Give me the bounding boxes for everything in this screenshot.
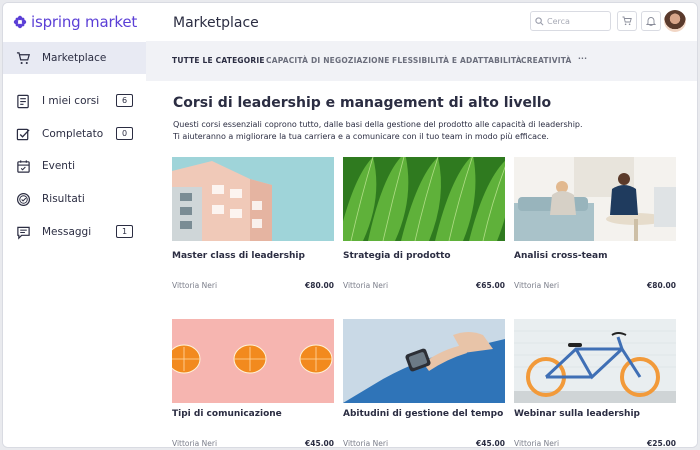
- checkbox-icon: [16, 128, 30, 140]
- course-image-leaves: [343, 157, 505, 241]
- course-title[interactable]: Strategia di prodotto: [343, 251, 451, 261]
- sidebar-item-results[interactable]: Risultati: [3, 183, 146, 215]
- bell-icon: [646, 17, 656, 26]
- course-author: Vittoria Neri: [343, 439, 389, 448]
- course-image-meeting: [514, 157, 676, 241]
- app-window: ispring market Marketplace Marketplace I…: [2, 2, 698, 448]
- course-card[interactable]: Master class di leadership Vittoria Neri…: [172, 157, 334, 290]
- top-bar: ispring market Marketplace: [3, 3, 697, 41]
- avatar[interactable]: [664, 10, 686, 32]
- sidebar-item-completed[interactable]: Completato 0: [3, 118, 146, 150]
- category-tabs: TUTTE LE CATEGORIE CAPACITÀ DI NEGOZIAZI…: [146, 41, 697, 81]
- course-card[interactable]: Analisi cross-team Vittoria Neri €80.00: [514, 157, 676, 290]
- calendar-icon: [17, 159, 30, 173]
- course-title[interactable]: Tipi di comunicazione: [172, 409, 282, 419]
- message-icon: [17, 226, 30, 240]
- logo-text-light: ispring: [31, 13, 81, 31]
- achievement-badge-icon: [16, 192, 31, 206]
- course-image-building: [172, 157, 334, 241]
- sidebar-item-events[interactable]: Eventi: [3, 150, 146, 182]
- course-author: Vittoria Neri: [343, 281, 389, 290]
- courses-icon: [17, 94, 29, 108]
- tab-flexibility[interactable]: FLESSIBILITÀ E ADATTABILITÀ: [392, 56, 522, 65]
- course-author: Vittoria Neri: [514, 281, 560, 290]
- count-badge: 6: [116, 94, 133, 107]
- section-description: Questi corsi essenziali coprono tutto, d…: [173, 119, 593, 142]
- course-author: Vittoria Neri: [514, 439, 560, 448]
- course-card[interactable]: Tipi di comunicazione Vittoria Neri €45.…: [172, 319, 334, 447]
- course-author: Vittoria Neri: [172, 281, 218, 290]
- flower-logo-icon: [13, 15, 27, 29]
- cart-icon: [622, 16, 632, 26]
- sidebar-item-label: Eventi: [42, 160, 75, 172]
- sidebar-item-marketplace[interactable]: Marketplace: [3, 42, 146, 74]
- course-price: €45.00: [305, 439, 334, 448]
- section-heading: Corsi di leadership e management di alto…: [173, 95, 552, 111]
- course-title[interactable]: Webinar sulla leadership: [514, 409, 640, 419]
- cart-button[interactable]: [617, 11, 637, 31]
- course-title[interactable]: Analisi cross-team: [514, 251, 607, 261]
- count-badge: 0: [116, 127, 133, 140]
- tab-creativity[interactable]: CREATIVITÀ: [521, 56, 571, 65]
- sidebar-item-messages[interactable]: Messaggi 1: [3, 216, 146, 248]
- course-price: €65.00: [476, 281, 505, 290]
- count-badge: 1: [116, 225, 133, 238]
- course-image-bicycle: [514, 319, 676, 403]
- tab-negotiation[interactable]: CAPACITÀ DI NEGOZIAZIONE: [266, 56, 390, 65]
- page-title: Marketplace: [173, 15, 259, 31]
- course-image-watch: [343, 319, 505, 403]
- course-author: Vittoria Neri: [172, 439, 218, 448]
- course-card[interactable]: Abitudini di gestione del tempo Vittoria…: [343, 319, 505, 447]
- tab-all-categories[interactable]: TUTTE LE CATEGORIE: [172, 56, 265, 65]
- course-price: €45.00: [476, 439, 505, 448]
- sidebar: Marketplace I miei corsi 6 Completato 0 …: [3, 41, 146, 447]
- description-line: Ti aiuteranno a migliorare la tua carrie…: [173, 131, 549, 141]
- course-card[interactable]: Strategia di prodotto Vittoria Neri €65.…: [343, 157, 505, 290]
- course-price: €80.00: [647, 281, 676, 290]
- course-title[interactable]: Abitudini di gestione del tempo: [343, 409, 503, 419]
- search-icon: [535, 16, 544, 25]
- sidebar-item-label: I miei corsi: [42, 95, 100, 107]
- main-content: Corsi di leadership e management di alto…: [146, 81, 697, 447]
- sidebar-item-label: Risultati: [42, 193, 85, 205]
- search-input[interactable]: [547, 16, 607, 26]
- logo-text-bold: market: [85, 13, 138, 31]
- logo[interactable]: ispring market: [13, 12, 137, 32]
- sidebar-item-label: Marketplace: [42, 52, 107, 64]
- course-image-oranges: [172, 319, 334, 403]
- course-price: €80.00: [305, 281, 334, 290]
- more-tabs-button[interactable]: ···: [578, 54, 587, 63]
- course-price: €25.00: [647, 439, 676, 448]
- sidebar-item-my-courses[interactable]: I miei corsi 6: [3, 85, 146, 117]
- description-line: Questi corsi essenziali coprono tutto, d…: [173, 120, 583, 129]
- course-card[interactable]: Webinar sulla leadership Vittoria Neri €…: [514, 319, 676, 447]
- notifications-button[interactable]: [641, 11, 661, 31]
- cart-icon: [16, 51, 31, 64]
- sidebar-item-label: Completato: [42, 128, 104, 140]
- search-box[interactable]: [530, 11, 611, 31]
- course-title[interactable]: Master class di leadership: [172, 251, 305, 261]
- sidebar-item-label: Messaggi: [42, 226, 92, 238]
